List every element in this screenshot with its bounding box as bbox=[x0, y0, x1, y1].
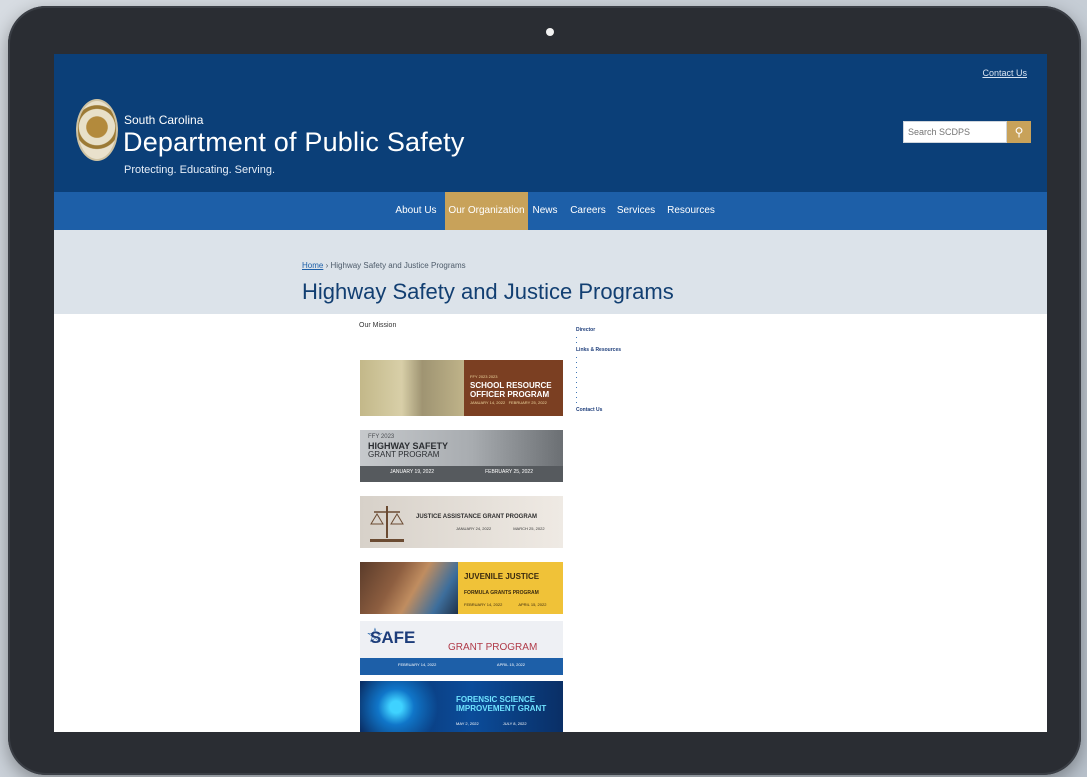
school-resource-officer-banner[interactable]: FFY 2023 2023 SCHOOL RESOURCE OFFICER PR… bbox=[360, 360, 563, 416]
ja-banner-title: JUSTICE ASSISTANCE GRANT PROGRAM bbox=[416, 514, 538, 520]
psn-banner-title: GRANT PROGRAM bbox=[448, 642, 538, 653]
browser-screen: Contact Us South Carolina Department of … bbox=[54, 54, 1047, 732]
sro-banner-dates: JANUARY 14, 2022 FEBRUARY 25, 2022 bbox=[470, 400, 547, 405]
nav-careers[interactable]: Careers bbox=[564, 192, 612, 230]
tablet-frame: Contact Us South Carolina Department of … bbox=[8, 6, 1081, 775]
jj-banner-subtitle: FORMULA GRANTS PROGRAM bbox=[464, 590, 539, 596]
hs-banner-kicker: FFY 2023 bbox=[368, 434, 395, 440]
brand-state: South Carolina bbox=[124, 113, 204, 127]
brand-tagline: Protecting. Educating. Serving. bbox=[124, 164, 276, 176]
breadcrumb-current: Highway Safety and Justice Programs bbox=[330, 261, 466, 270]
sidebar-staff-link[interactable] bbox=[576, 338, 630, 343]
ja-banner-dates: JANUARY 24, 2022 MARCH 25, 2022 bbox=[456, 526, 545, 531]
fs-banner-dates: MAY 2, 2022 JULY 8, 2022 bbox=[456, 721, 527, 726]
sidebar-resource-link[interactable] bbox=[576, 398, 630, 403]
juvenile-justice-banner[interactable]: JUVENILE JUSTICE FORMULA GRANTS PROGRAM … bbox=[360, 562, 563, 614]
stacked-hands-photo bbox=[360, 562, 458, 614]
site-search: ⚲ bbox=[903, 121, 1031, 143]
search-icon: ⚲ bbox=[1014, 125, 1024, 139]
right-sidebar: Director Links & Resources Contact Us bbox=[576, 323, 630, 428]
search-input[interactable] bbox=[903, 121, 1007, 143]
highway-safety-banner[interactable]: FFY 2023 HIGHWAY SAFETY GRANT PROGRAM JA… bbox=[360, 430, 563, 482]
sidebar-contact-text bbox=[576, 423, 630, 428]
breadcrumb: Home › Highway Safety and Justice Progra… bbox=[302, 261, 466, 270]
main-nav: About Us Our Organization News Careers S… bbox=[54, 192, 1047, 230]
breadcrumb-home[interactable]: Home bbox=[302, 261, 323, 270]
fingerprint-graphic bbox=[360, 681, 450, 732]
nav-resources[interactable]: Resources bbox=[662, 192, 720, 230]
hs-banner-subtitle: GRANT PROGRAM bbox=[368, 450, 440, 459]
nav-news[interactable]: News bbox=[528, 192, 562, 230]
jj-banner-dates: FEBRUARY 14, 2022 APRIL 15, 2022 bbox=[464, 602, 547, 607]
scales-of-justice-icon bbox=[370, 502, 404, 542]
page-hero: Home › Highway Safety and Justice Progra… bbox=[54, 230, 1047, 314]
mission-heading: Our Mission bbox=[359, 322, 397, 329]
nav-about-us[interactable]: About Us bbox=[387, 192, 445, 230]
hs-banner-dates: JANUARY 19, 2022 FEBRUARY 25, 2022 bbox=[360, 466, 563, 482]
page-title: Highway Safety and Justice Programs bbox=[302, 279, 674, 304]
contact-us-link[interactable]: Contact Us bbox=[982, 68, 1027, 78]
project-safe-neighborhoods-banner[interactable]: ☆ SAFE GRANT PROGRAM FEBRUARY 14, 2022 AP… bbox=[360, 621, 563, 675]
camera-dot bbox=[546, 28, 554, 36]
search-button[interactable]: ⚲ bbox=[1007, 121, 1031, 143]
main-content: Our Mission bbox=[359, 322, 569, 365]
nav-services[interactable]: Services bbox=[612, 192, 660, 230]
school-hallway-photo bbox=[360, 360, 464, 416]
psn-logo-word: SAFE bbox=[370, 628, 416, 647]
site-header: Contact Us South Carolina Department of … bbox=[54, 54, 1047, 192]
nav-our-organization[interactable]: Our Organization bbox=[445, 192, 528, 230]
fs-banner-title: FORENSIC SCIENCE IMPROVEMENT GRANT bbox=[456, 695, 547, 713]
dps-seal-logo[interactable] bbox=[76, 99, 118, 161]
forensic-science-banner[interactable]: FORENSIC SCIENCE IMPROVEMENT GRANT MAY 2… bbox=[360, 681, 563, 732]
psn-banner-dates: FEBRUARY 14, 2022 APRIL 15, 2022 bbox=[360, 658, 563, 675]
sro-banner-title: FFY 2023 2023 SCHOOL RESOURCE OFFICER PR… bbox=[470, 374, 552, 399]
breadcrumb-separator: › bbox=[325, 261, 329, 270]
jj-banner-title: JUVENILE JUSTICE bbox=[464, 572, 540, 581]
brand-title[interactable]: Department of Public Safety bbox=[123, 127, 465, 158]
justice-assistance-banner[interactable]: JUSTICE ASSISTANCE GRANT PROGRAM JANUARY… bbox=[360, 496, 563, 548]
